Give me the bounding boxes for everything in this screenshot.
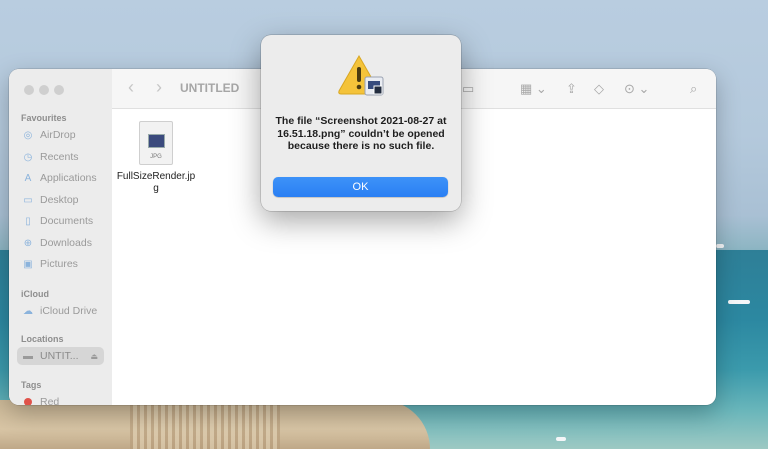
window-title: UNTITLED [180,81,240,95]
group-by-icon[interactable]: ▦ ⌄ [520,81,547,97]
forward-button[interactable]: › [156,77,162,98]
share-icon[interactable]: ⇪ [566,81,577,97]
search-icon[interactable]: ⌕ [690,81,697,97]
jpg-file-icon: JPG [139,121,173,165]
clock-icon: ◷ [23,151,33,163]
sidebar-item-applications[interactable]: A Applications [22,169,97,187]
red-tag-dot-icon [22,396,34,405]
sidebar-section-icloud: iCloud [21,289,49,299]
download-icon: ⊕ [23,237,33,249]
alert-message: The file “Screenshot 2021-08-27 at 16.51… [275,115,447,152]
drive-icon: ▬ [23,350,33,362]
cloud-icon: ☁ [23,305,33,317]
minimize-window-button[interactable] [39,85,49,95]
sidebar: Favourites ◎ AirDrop ◷ Recents A Applica… [9,69,112,405]
sidebar-item-pictures[interactable]: ▣ Pictures [22,255,78,273]
desktop-beach-umbrellas [130,404,280,449]
eject-icon[interactable]: ⏏ [91,352,99,361]
sidebar-item-icloud-drive[interactable]: ☁ iCloud Drive [22,302,97,320]
tag-icon[interactable]: ◇ [594,81,604,97]
ok-button[interactable]: OK [273,177,448,197]
boat [556,437,566,441]
sidebar-section-favourites: Favourites [21,113,67,123]
more-actions-icon[interactable]: ⊙ ⌄ [624,81,649,97]
sidebar-item-recents[interactable]: ◷ Recents [22,148,79,166]
document-icon: ▯ [25,215,31,227]
gallery-view-icon[interactable]: ▭ [462,81,474,97]
image-thumbnail [148,134,165,148]
airdrop-icon: ◎ [23,129,33,141]
sidebar-section-locations: Locations [21,334,64,344]
boat [716,244,724,248]
sidebar-item-airdrop[interactable]: ◎ AirDrop [22,126,76,144]
alert-dialog: The file “Screenshot 2021-08-27 at 16.51… [261,35,461,211]
close-window-button[interactable] [24,85,34,95]
back-button[interactable]: ‹ [128,77,134,98]
file-name: FullSizeRender.jpg [116,171,196,194]
sidebar-item-documents[interactable]: ▯ Documents [22,212,93,230]
pictures-icon: ▣ [23,258,33,270]
sidebar-item-tag-red[interactable]: Red [22,393,59,405]
sidebar-item-downloads[interactable]: ⊕ Downloads [22,234,92,252]
desktop-icon: ▭ [23,194,33,206]
sidebar-item-desktop[interactable]: ▭ Desktop [22,191,78,209]
applications-icon: A [24,172,32,184]
sidebar-section-tags: Tags [21,380,42,390]
warning-icon [338,54,384,96]
file-item[interactable]: JPG FullSizeRender.jpg [116,121,196,195]
boat [728,300,750,304]
sidebar-item-untitled-drive[interactable]: ▬ UNTIT... ⏏ [17,347,104,365]
zoom-window-button[interactable] [54,85,64,95]
